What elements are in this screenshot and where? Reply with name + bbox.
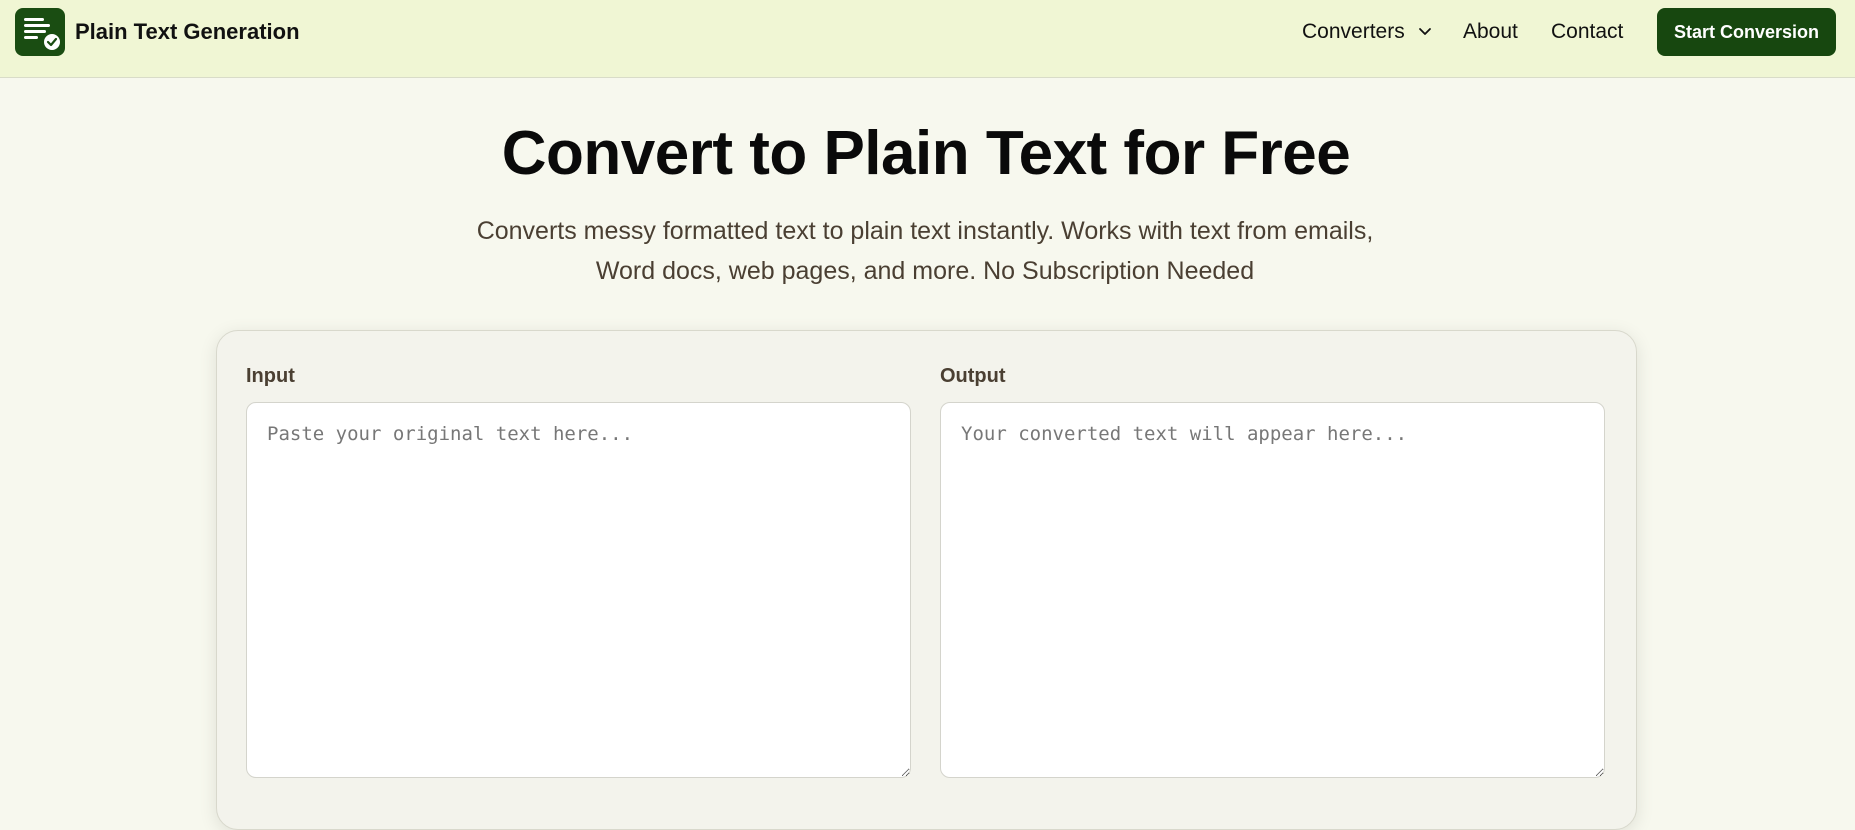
nav-contact[interactable]: Contact [1551,20,1623,44]
brand-name[interactable]: Plain Text Generation [75,19,300,45]
output-label: Output [940,365,1006,387]
start-conversion-button[interactable]: Start Conversion [1657,8,1836,56]
input-label: Input [246,365,295,387]
output-textarea[interactable] [940,402,1605,778]
page-title: Convert to Plain Text for Free [501,119,1351,188]
subtitle-line-2: Word docs, web pages, and more. No Subsc… [595,257,1255,285]
document-check-icon[interactable] [15,8,65,56]
page-subtitle: Converts messy formatted text to plain t… [425,211,1425,291]
nav-converters[interactable]: Converters [1302,20,1405,44]
nav-about[interactable]: About [1463,20,1518,44]
subtitle-line-1: Converts messy formatted text to plain t… [476,217,1374,245]
input-textarea[interactable] [246,402,911,778]
top-navbar: Plain Text Generation Converters About C… [0,0,1855,78]
chevron-down-icon[interactable] [1418,27,1432,37]
